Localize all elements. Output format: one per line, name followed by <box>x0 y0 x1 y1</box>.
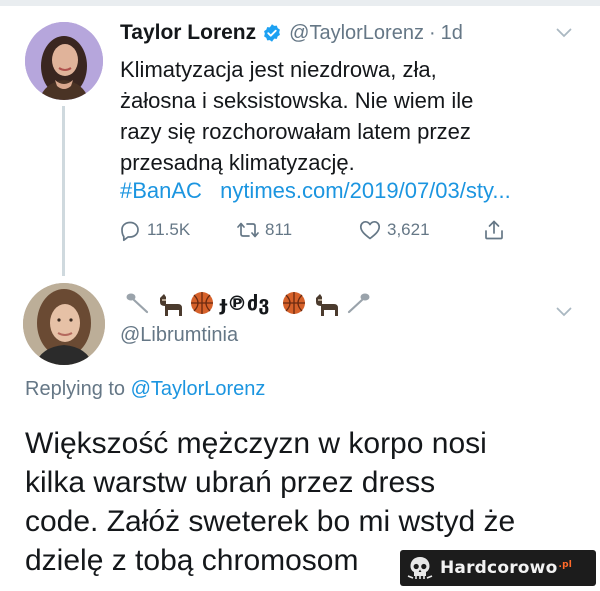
retweet-icon <box>237 222 259 238</box>
reply-text-line: code. Załóż sweterek bo mi wstyd że <box>25 505 516 538</box>
reply-text-line: Większość mężczyzn w korpo nosi <box>25 427 487 460</box>
skull-logo-icon <box>407 557 433 579</box>
author-handle[interactable]: @TaylorLorenz <box>289 22 424 45</box>
tweet-text-line: Klimatyzacja jest niezdrowa, zła, <box>120 57 437 82</box>
avatar-librumtinia[interactable] <box>23 283 105 365</box>
chevron-down-icon[interactable] <box>556 307 572 317</box>
reply-author-handle[interactable]: @Librumtinia <box>120 324 238 347</box>
emoji-name-icons: ɟ℗ძვ <box>126 291 370 316</box>
header-separator: · <box>428 21 436 44</box>
hashtag-link[interactable]: #BanAC <box>120 178 202 203</box>
top-divider <box>0 0 600 6</box>
like-count: 3,621 <box>387 220 430 239</box>
reply-author-name[interactable]: ɟ℗ძვ <box>120 288 385 318</box>
replying-to-mention[interactable]: @TaylorLorenz <box>131 378 266 400</box>
tweet-actions: 11.5K 811 3,621 <box>118 218 518 248</box>
svg-text:ɟ℗ძვ: ɟ℗ძვ <box>219 291 270 315</box>
watermark-badge: Hardcorowo.pl <box>400 550 596 586</box>
thread-connector <box>62 106 65 276</box>
author-name[interactable]: Taylor Lorenz <box>120 21 256 45</box>
tweet-text-line: przesadną klimatyzację. <box>120 150 355 175</box>
like-heart-icon <box>359 220 381 240</box>
watermark-suffix: .pl <box>558 560 573 570</box>
reply-text-line: kilka warstw ubrań przez dress <box>25 466 436 499</box>
retweet-count: 811 <box>265 220 293 239</box>
replying-to-label: Replying to <box>25 378 126 400</box>
replying-to: Replying to @TaylorLorenz <box>25 378 265 401</box>
watermark-brand: Hardcorowo <box>440 558 558 578</box>
tweet-text: Klimatyzacja jest niezdrowa, zła, żałosn… <box>120 54 560 178</box>
tweet-header: Taylor Lorenz @TaylorLorenz · 1d <box>120 18 463 48</box>
chevron-down-icon[interactable] <box>556 28 572 38</box>
like-button[interactable]: 3,621 <box>358 218 430 242</box>
retweet-button[interactable]: 811 <box>236 218 292 242</box>
avatar-taylor[interactable] <box>25 22 103 100</box>
article-link[interactable]: nytimes.com/2019/07/03/sty... <box>220 178 511 203</box>
tweet-text-line: żałosna i seksistowska. Nie wiem ile <box>120 88 474 113</box>
verified-badge-icon <box>264 24 281 42</box>
watermark-text: Hardcorowo.pl <box>440 558 572 578</box>
tweet-timestamp[interactable]: 1d <box>441 22 463 45</box>
reply-button[interactable]: 11.5K <box>118 218 190 242</box>
reply-count: 11.5K <box>147 220 191 239</box>
tweet-links: #BanAC nytimes.com/2019/07/03/sty... <box>120 178 511 204</box>
share-button[interactable] <box>482 218 511 242</box>
share-icon <box>485 220 503 240</box>
tweet-text-line: razy się rozchorowałam latem przez <box>120 119 471 144</box>
reply-icon <box>121 221 139 242</box>
